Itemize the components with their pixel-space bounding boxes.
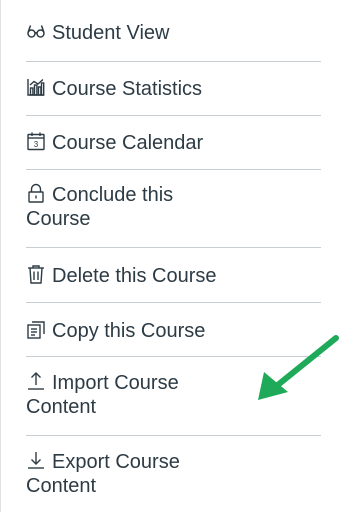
- course-settings-sidebar: Student View Course Statistics 3 Course …: [0, 0, 341, 512]
- bar-chart-icon: [26, 77, 46, 97]
- annotation-arrow: [258, 335, 339, 400]
- menu-item-label: Copy this Course: [52, 320, 206, 342]
- menu-item-label: Conclude this Course: [26, 184, 174, 230]
- menu-item-export-course-content[interactable]: Export Course Content: [26, 436, 321, 512]
- menu-item-label: Course Statistics: [52, 78, 203, 100]
- sidebar-border: [0, 0, 1, 512]
- lock-icon: [26, 183, 46, 203]
- menu-item-label: Import Course Content: [26, 372, 179, 418]
- menu-item-label: Export Course Content: [26, 451, 180, 497]
- upload-icon: [26, 371, 46, 391]
- calendar-day-number: 3: [34, 140, 39, 149]
- menu-item-conclude-course[interactable]: Conclude this Course: [26, 170, 321, 248]
- menu-item-delete-course[interactable]: Delete this Course: [26, 248, 321, 303]
- course-settings-menu: Student View Course Statistics 3 Course …: [26, 0, 321, 512]
- glasses-icon: [26, 21, 46, 41]
- menu-item-label: Student View: [52, 22, 170, 44]
- copy-icon: [26, 319, 46, 339]
- menu-item-course-statistics[interactable]: Course Statistics: [26, 62, 321, 116]
- menu-item-student-view[interactable]: Student View: [26, 0, 321, 62]
- download-icon: [26, 450, 46, 470]
- menu-item-label: Delete this Course: [52, 265, 217, 287]
- menu-item-course-calendar[interactable]: 3 Course Calendar: [26, 116, 321, 170]
- menu-item-label: Course Calendar: [52, 132, 204, 154]
- trash-icon: [26, 264, 46, 284]
- calendar-icon: 3: [26, 131, 46, 151]
